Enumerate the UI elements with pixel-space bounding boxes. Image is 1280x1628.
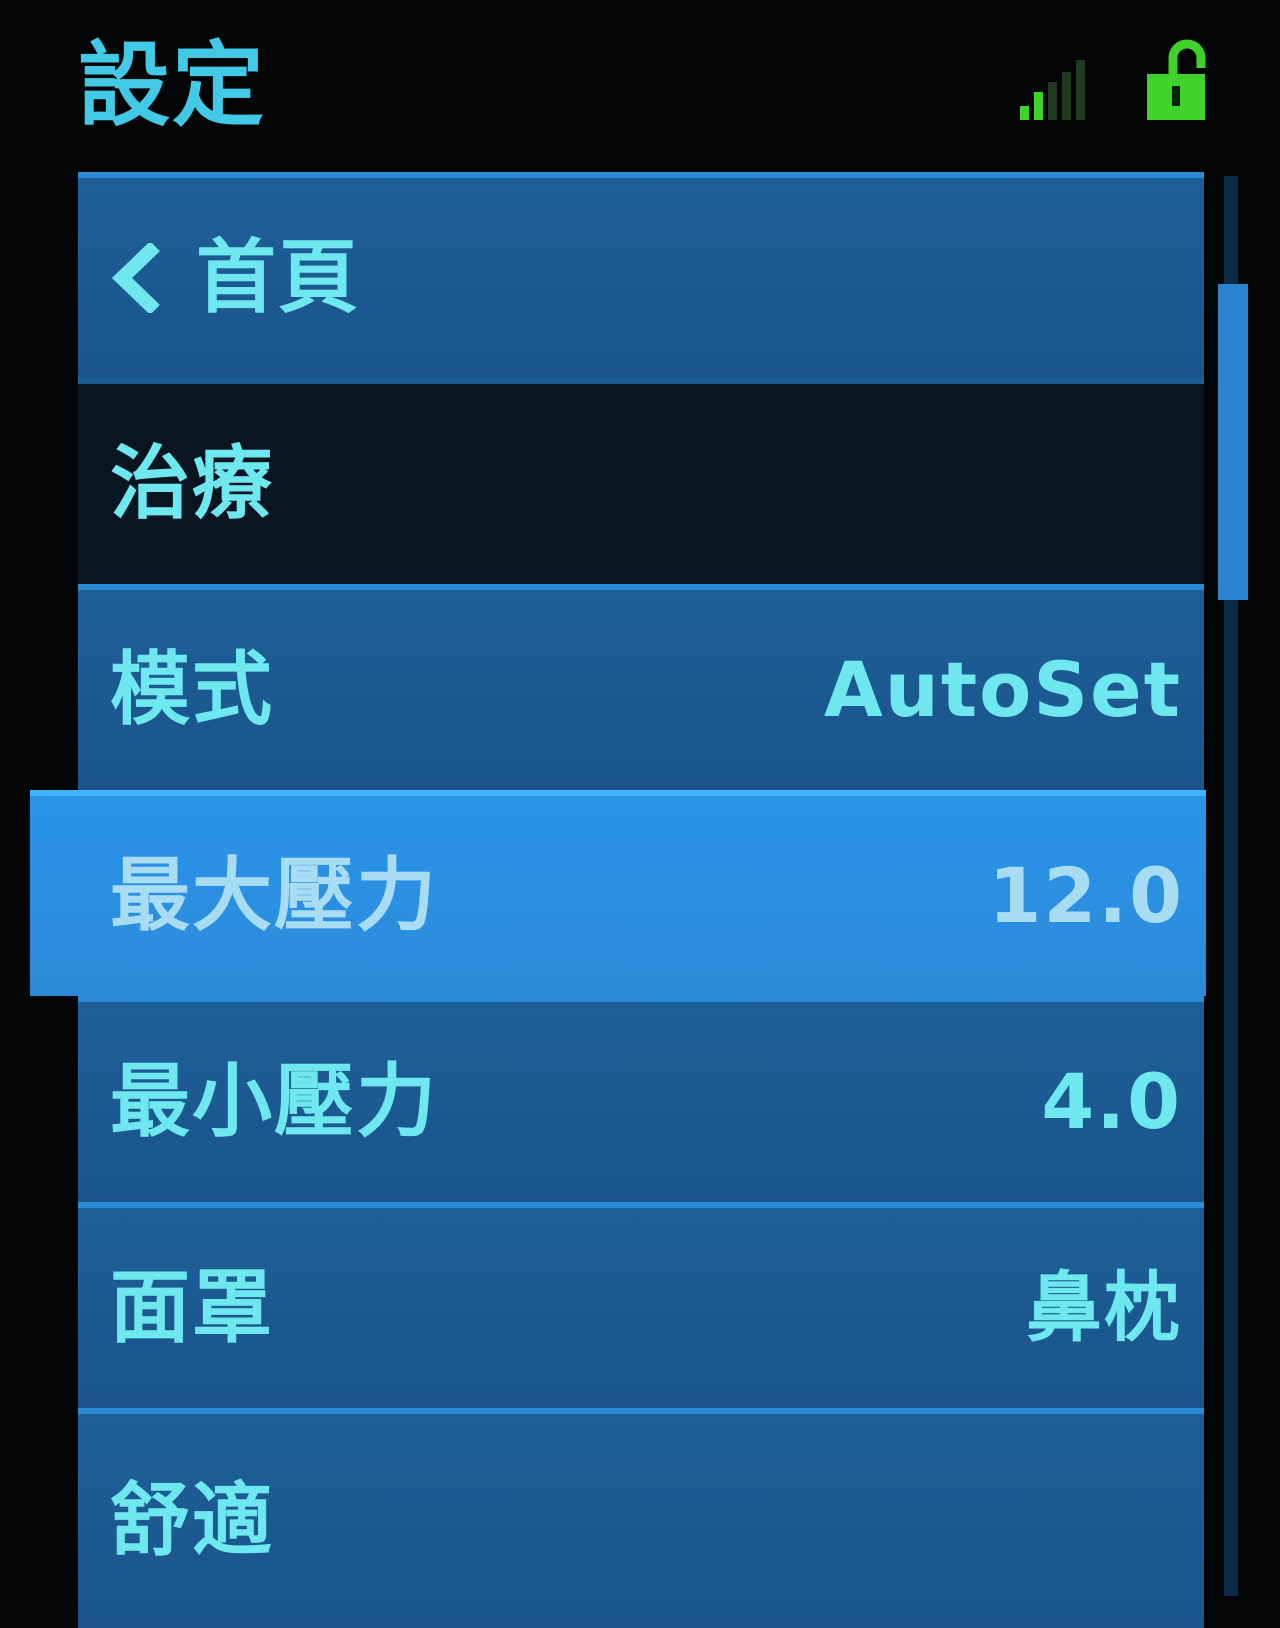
menu-item-label: 面罩 xyxy=(110,1261,274,1354)
section-label: 治療 xyxy=(110,437,274,530)
signal-strength-icon xyxy=(1020,60,1090,120)
menu-item-value: 鼻枕 xyxy=(1026,1263,1182,1352)
menu-item-label: 最大壓力 xyxy=(110,849,438,942)
back-label: 首頁 xyxy=(196,231,360,324)
page-title: 設定 xyxy=(78,32,267,139)
menu-item-label: 最小壓力 xyxy=(110,1055,438,1148)
menu-item-comfort[interactable]: 舒適 xyxy=(78,1408,1204,1628)
chevron-left-icon xyxy=(111,243,160,313)
section-header-therapy: 治療 xyxy=(78,378,1204,584)
settings-menu: 首頁 治療 模式 AutoSet 最大壓力 12.0 最小壓力 4.0 面罩 鼻… xyxy=(30,172,1206,1628)
menu-item-value: 4.0 xyxy=(1041,1057,1182,1146)
menu-item-max-pressure[interactable]: 最大壓力 12.0 xyxy=(30,790,1206,996)
menu-item-value: 12.0 xyxy=(988,851,1184,940)
back-home-button[interactable]: 首頁 xyxy=(78,172,1204,378)
menu-item-mask[interactable]: 面罩 鼻枕 xyxy=(78,1202,1204,1408)
unlocked-padlock-icon xyxy=(1147,39,1206,120)
menu-item-mode[interactable]: 模式 AutoSet xyxy=(78,584,1204,790)
device-screen: 設定 首頁 治療 模式 AutoSet 最大壓力 12.0 最小壓力 4.0 面… xyxy=(0,0,1280,1628)
menu-item-label: 模式 xyxy=(110,643,274,736)
menu-item-value: AutoSet xyxy=(823,645,1182,734)
menu-item-min-pressure[interactable]: 最小壓力 4.0 xyxy=(78,996,1204,1202)
scrollbar-thumb[interactable] xyxy=(1218,284,1248,600)
menu-item-label: 舒適 xyxy=(110,1474,274,1567)
